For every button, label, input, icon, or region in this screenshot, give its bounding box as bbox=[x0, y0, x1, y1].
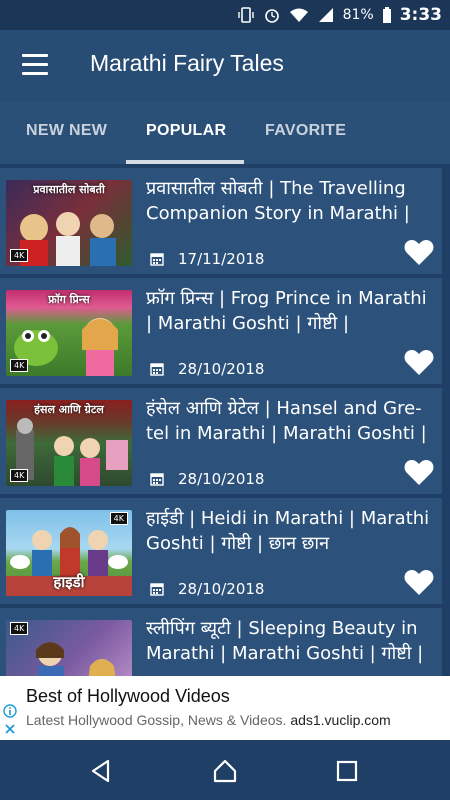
4k-badge: 4K bbox=[10, 359, 29, 372]
calendar-icon bbox=[150, 253, 164, 266]
thumb-caption: फ्रॉग प्रिन्स bbox=[48, 293, 90, 306]
story-list[interactable]: प्रवासातील सोबती 4K प्रवासातील सोबती | T… bbox=[0, 166, 450, 676]
recents-icon[interactable] bbox=[334, 758, 360, 784]
4k-badge: 4K bbox=[10, 622, 29, 635]
ad-info-icon[interactable] bbox=[3, 704, 17, 718]
tab-indicator bbox=[126, 160, 244, 164]
home-icon[interactable] bbox=[212, 758, 238, 784]
menu-icon[interactable] bbox=[22, 54, 48, 76]
story-date: 17/11/2018 bbox=[178, 250, 265, 268]
story-date: 28/10/2018 bbox=[178, 360, 265, 378]
story-thumbnail: प्रवासातील सोबती 4K bbox=[6, 180, 132, 266]
clock: 3:33 bbox=[399, 5, 442, 25]
ad-banner[interactable]: Best of Hollywood Videos Latest Hollywoo… bbox=[0, 676, 450, 740]
story-thumbnail: 4K bbox=[6, 620, 132, 676]
story-card[interactable]: हाइडी 4K हाईडी | Heidi in Marathi | Mara… bbox=[0, 498, 442, 604]
heart-icon[interactable] bbox=[404, 568, 434, 596]
thumb-caption: हंसल आणि ग्रेटल bbox=[34, 403, 104, 416]
alarm-icon bbox=[264, 9, 279, 23]
vibrate-icon bbox=[237, 7, 254, 23]
thumb-caption: हाइडी bbox=[53, 573, 85, 591]
story-card[interactable]: हंसल आणि ग्रेटल 4K हंसेल आणि ग्रेटेल | H… bbox=[0, 388, 442, 494]
calendar-icon bbox=[150, 363, 164, 376]
ad-close-icon[interactable] bbox=[3, 722, 17, 736]
app-title: Marathi Fairy Tales bbox=[90, 50, 284, 76]
heart-icon[interactable] bbox=[404, 238, 434, 266]
story-title: हंसेल आणि ग्रेटेल | Hansel and Gre-tel i… bbox=[146, 398, 427, 444]
tab-favorite[interactable]: FAVORITE bbox=[265, 122, 346, 140]
calendar-icon bbox=[150, 583, 164, 596]
tab-popular[interactable]: POPULAR bbox=[146, 122, 226, 140]
thumb-caption: प्रवासातील सोबती bbox=[33, 183, 105, 196]
calendar-icon bbox=[150, 473, 164, 486]
navigation-bar bbox=[0, 740, 450, 800]
story-card[interactable]: फ्रॉग प्रिन्स 4K फ्रॉग प्रिन्स | Frog Pr… bbox=[0, 278, 442, 384]
ad-url: ads1.vuclip.com bbox=[290, 712, 391, 728]
4k-badge: 4K bbox=[109, 512, 128, 525]
story-thumbnail: हाइडी 4K bbox=[6, 510, 132, 596]
story-date: 28/10/2018 bbox=[178, 470, 265, 488]
ad-text: Latest Hollywood Gossip, News & Videos. bbox=[26, 712, 287, 728]
4k-badge: 4K bbox=[10, 469, 29, 482]
wifi-icon bbox=[289, 8, 308, 22]
tab-new[interactable]: NEW NEW bbox=[26, 122, 107, 140]
story-title: फ्रॉग प्रिन्स | Frog Prince in Marathi |… bbox=[146, 288, 427, 334]
heart-icon[interactable] bbox=[404, 348, 434, 376]
story-title: प्रवासातील सोबती | The Travelling Compan… bbox=[146, 178, 410, 224]
battery-percent: 81% bbox=[342, 7, 374, 23]
heart-icon[interactable] bbox=[404, 458, 434, 486]
story-card[interactable]: 4K स्लीपिंग ब्यूटी | Sleeping Beauty in … bbox=[0, 608, 442, 676]
back-icon[interactable] bbox=[88, 758, 114, 784]
tab-bar: NEW NEW POPULAR FAVORITE bbox=[0, 102, 450, 164]
signal-icon bbox=[318, 8, 333, 22]
status-bar: 81% 3:33 bbox=[0, 0, 450, 30]
story-thumbnail: हंसल आणि ग्रेटल 4K bbox=[6, 400, 132, 486]
app-bar: Marathi Fairy Tales bbox=[0, 30, 450, 102]
story-card[interactable]: प्रवासातील सोबती 4K प्रवासातील सोबती | T… bbox=[0, 168, 442, 274]
story-title: हाईडी | Heidi in Marathi | Marathi Gosht… bbox=[146, 508, 430, 554]
4k-badge: 4K bbox=[10, 249, 29, 262]
ad-description: Latest Hollywood Gossip, News & Videos. … bbox=[26, 712, 391, 728]
ad-title: Best of Hollywood Videos bbox=[26, 686, 230, 706]
story-date: 28/10/2018 bbox=[178, 580, 265, 598]
story-thumbnail: फ्रॉग प्रिन्स 4K bbox=[6, 290, 132, 376]
story-title: स्लीपिंग ब्यूटी | Sleeping Beauty in Mar… bbox=[146, 618, 424, 664]
battery-icon bbox=[382, 6, 391, 23]
